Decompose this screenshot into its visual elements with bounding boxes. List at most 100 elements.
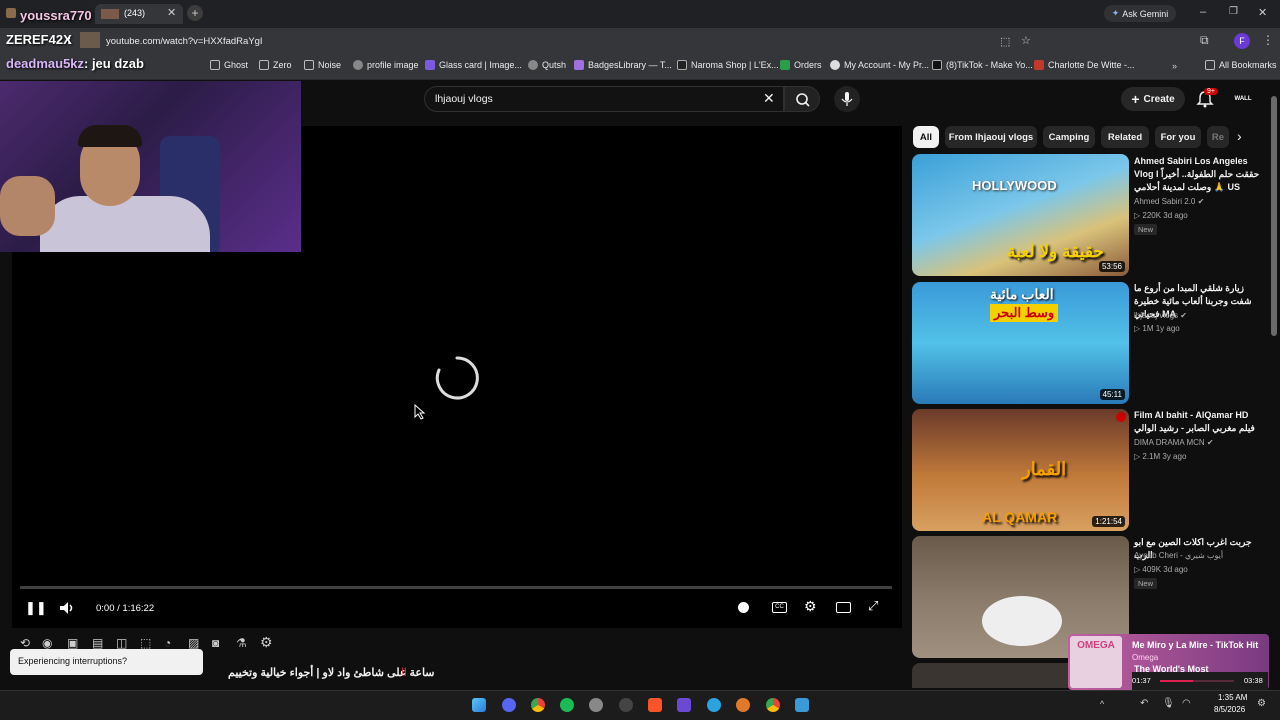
all-bookmarks[interactable]: All Bookmarks bbox=[1205, 60, 1277, 70]
camera-icon[interactable]: ◙ bbox=[212, 636, 219, 650]
close-window-icon[interactable]: ✕ bbox=[1258, 6, 1267, 19]
voice-search-button[interactable] bbox=[834, 86, 860, 112]
windows-start-icon[interactable] bbox=[472, 698, 486, 712]
telegram-icon[interactable] bbox=[707, 698, 721, 712]
speed-icon[interactable]: ◔ bbox=[164, 636, 171, 650]
video-channel-1[interactable]: Ahmed Sabiri 2.0 ✔ bbox=[1134, 197, 1204, 206]
autoplay-toggle-icon[interactable] bbox=[738, 602, 749, 613]
chrome-icon[interactable] bbox=[531, 698, 545, 712]
folder-icon bbox=[259, 60, 269, 70]
tab-close-icon[interactable]: ✕ bbox=[167, 6, 176, 19]
maximize-icon[interactable]: ❐ bbox=[1229, 6, 1238, 17]
music-widget[interactable]: OMEGA Me Miro y La Mire - TikTok Hit Ome… bbox=[1068, 634, 1269, 690]
obs-icon[interactable] bbox=[589, 698, 603, 712]
fullscreen-icon[interactable]: ⤢ bbox=[868, 598, 878, 614]
settings-icon[interactable]: ⚙ bbox=[1257, 698, 1266, 709]
tray-chevron-icon[interactable]: ^ bbox=[1100, 699, 1104, 709]
bookmark-9[interactable]: My Account - My Pr... bbox=[830, 60, 929, 70]
create-button[interactable]: + Create bbox=[1121, 87, 1185, 111]
bookmark-2[interactable]: Noise bbox=[304, 60, 341, 70]
tray-back-icon[interactable]: ↶ bbox=[1140, 698, 1148, 709]
bookmark-0[interactable]: Ghost bbox=[210, 60, 248, 70]
ask-gemini-button[interactable]: ✦ Ask Gemini bbox=[1104, 5, 1176, 22]
music-progress-track[interactable] bbox=[1160, 680, 1234, 682]
video-channel-3[interactable]: DIMA DRAMA MCN ✔ bbox=[1134, 438, 1214, 447]
clock-time[interactable]: 1:35 AM bbox=[1218, 693, 1247, 702]
interruption-toast[interactable]: Experiencing interruptions? bbox=[10, 649, 203, 675]
clock-date[interactable]: 8/5/2026 bbox=[1214, 705, 1245, 714]
app-icon[interactable] bbox=[677, 698, 691, 712]
menu-dots-icon[interactable]: ⋮ bbox=[1262, 33, 1274, 47]
chip-from-channel[interactable]: From lhjaouj vlogs bbox=[945, 126, 1037, 148]
scrollbar[interactable] bbox=[1271, 84, 1277, 690]
account-avatar[interactable]: WALL bbox=[1232, 90, 1254, 108]
tab-active[interactable]: (243) ✕ bbox=[95, 4, 183, 24]
video-thumbnail-2[interactable]: العاب مائية وسط البحر 45:11 bbox=[912, 282, 1129, 404]
audio-icon[interactable]: ◉ bbox=[42, 636, 52, 650]
video-channel-2[interactable]: lhjaouj vlogs ✔ bbox=[1134, 311, 1187, 320]
explorer-icon[interactable] bbox=[795, 698, 809, 712]
flask-icon[interactable]: ⚗ bbox=[236, 636, 247, 650]
image-icon[interactable]: ▨ bbox=[188, 636, 199, 650]
video-thumbnail-1[interactable]: HOLLYWOOD حقيقة ولا لعبة 53:56 bbox=[912, 154, 1129, 276]
search-button[interactable] bbox=[784, 86, 820, 112]
bookmark-7[interactable]: Naroma Shop | L'Ex... bbox=[677, 60, 779, 70]
gear-icon[interactable]: ⚙ bbox=[260, 634, 273, 651]
chip-for-you[interactable]: For you bbox=[1155, 126, 1201, 148]
minimize-icon[interactable]: – bbox=[1200, 6, 1206, 18]
install-icon[interactable]: ⬚ bbox=[1000, 35, 1010, 48]
bookmark-5[interactable]: Qutsh bbox=[528, 60, 566, 70]
chip-related[interactable]: Related bbox=[1101, 126, 1149, 148]
volume-icon[interactable] bbox=[58, 600, 76, 616]
steam-icon[interactable] bbox=[619, 698, 633, 712]
browser-tab-bar: (243) ✕ + ✦ Ask Gemini – ❐ ✕ bbox=[0, 0, 1280, 28]
loop-icon[interactable]: ⟲ bbox=[20, 636, 30, 650]
theater-mode-icon[interactable] bbox=[836, 602, 851, 613]
profile-avatar[interactable]: F bbox=[1234, 33, 1250, 49]
bookmark-4[interactable]: Glass card | Image... bbox=[425, 60, 522, 70]
bookmark-10[interactable]: (8)TikTok - Make Yo... bbox=[932, 60, 1033, 70]
firefox-icon[interactable] bbox=[736, 698, 750, 712]
search-box[interactable]: lhjaouj vlogs ✕ bbox=[424, 86, 784, 112]
url-field[interactable]: youtube.com/watch?v=HXXfadRaYgI bbox=[106, 36, 263, 47]
settings-gear-icon[interactable]: ⚙ bbox=[804, 598, 817, 615]
chip-all[interactable]: All bbox=[913, 126, 939, 148]
new-tab-icon[interactable]: + bbox=[187, 5, 203, 21]
captions-icon[interactable]: CC bbox=[772, 602, 787, 613]
chip-camping[interactable]: Camping bbox=[1043, 126, 1095, 148]
chip-recent[interactable]: Re bbox=[1207, 126, 1229, 148]
star-icon[interactable]: ☆ bbox=[1021, 34, 1031, 47]
scrollbar-thumb[interactable] bbox=[1271, 96, 1277, 336]
video-thumbnail-3[interactable]: القمار AL QAMAR 1:21:54 bbox=[912, 409, 1129, 531]
clear-search-icon[interactable]: ✕ bbox=[763, 90, 775, 107]
pause-icon[interactable]: ❚❚ bbox=[25, 600, 47, 616]
channel-name: lhjaouj vlogs bbox=[1134, 311, 1179, 320]
search-input[interactable]: lhjaouj vlogs bbox=[435, 93, 493, 105]
chevron-right-icon[interactable]: › bbox=[1237, 128, 1242, 144]
frame-icon[interactable]: ⬚ bbox=[140, 636, 151, 650]
brave-icon[interactable] bbox=[648, 698, 662, 712]
bookmark-8[interactable]: Orders bbox=[780, 60, 822, 70]
clip-icon[interactable]: ▤ bbox=[92, 636, 103, 650]
extensions-puzzle-icon[interactable]: ⧉ bbox=[1200, 33, 1209, 48]
bookmark-6[interactable]: BadgesLibrary — T... bbox=[574, 60, 672, 70]
bookmark-1[interactable]: Zero bbox=[259, 60, 292, 70]
bookmark-label: BadgesLibrary — T... bbox=[588, 60, 672, 70]
chrome-active-icon[interactable] bbox=[766, 698, 780, 712]
tray-mic-icon[interactable]: 🎙 bbox=[1162, 698, 1175, 709]
spotify-icon[interactable] bbox=[560, 698, 574, 712]
video-title-3[interactable]: Film Al bahit - AlQamar HD فيلم مغربي ال… bbox=[1134, 409, 1264, 435]
discord-icon[interactable] bbox=[502, 698, 516, 712]
video-channel-4[interactable]: Ayoub Cheri - أيوب شيري bbox=[1134, 551, 1223, 560]
bookmark-11[interactable]: Charlotte De Witte -... bbox=[1034, 60, 1135, 70]
pip-icon[interactable]: ◫ bbox=[116, 636, 127, 650]
notifications-button[interactable]: 9+ bbox=[1196, 88, 1218, 108]
video-title-1[interactable]: Ahmed Sabiri Los Angeles Vlog I حققت حلم… bbox=[1134, 155, 1264, 194]
more-bookmarks-icon[interactable]: » bbox=[1172, 61, 1177, 71]
progress-bar[interactable] bbox=[20, 586, 892, 589]
channel-name: DIMA DRAMA MCN bbox=[1134, 438, 1205, 447]
wifi-icon[interactable]: ◠ bbox=[1182, 698, 1191, 709]
bookmark-label: Orders bbox=[794, 60, 822, 70]
screenshot-icon[interactable]: ▣ bbox=[67, 636, 78, 650]
bookmark-3[interactable]: profile image bbox=[353, 60, 419, 70]
